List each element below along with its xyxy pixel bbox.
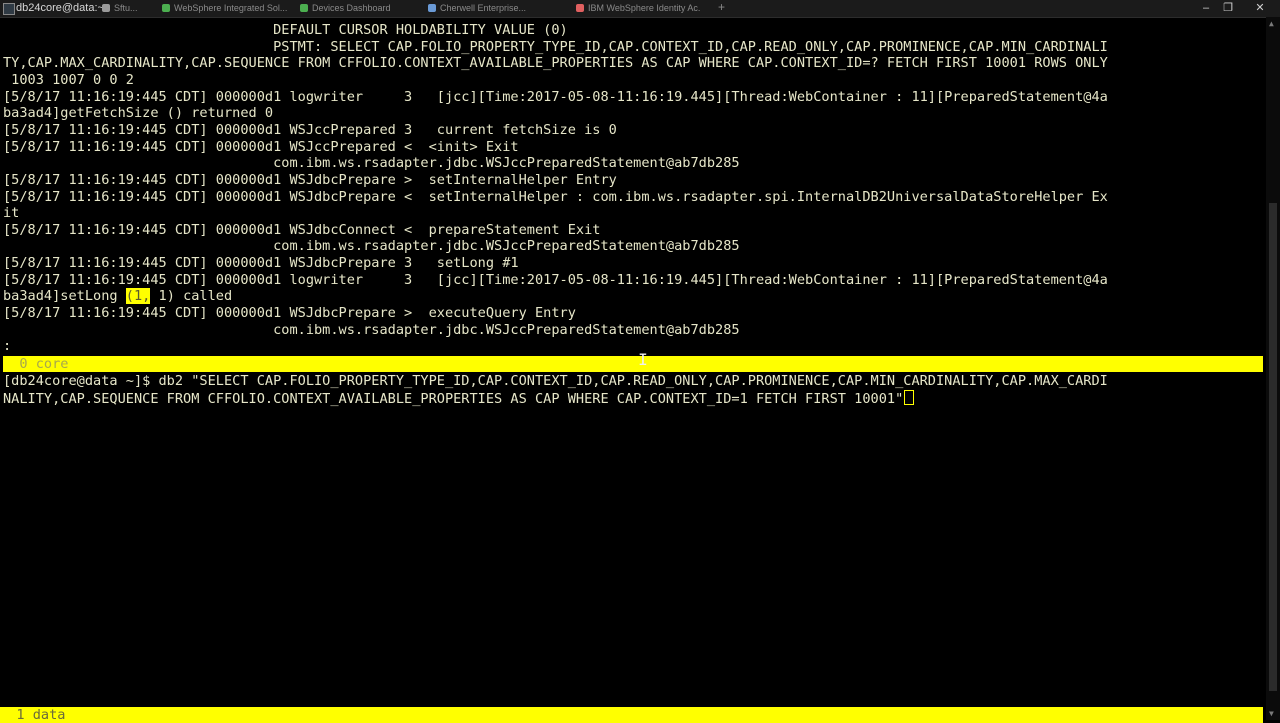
tab-favicon-icon [300, 4, 308, 12]
close-button[interactable]: ✕ [1250, 1, 1270, 15]
browser-tab-1[interactable]: Sftu... [98, 2, 156, 15]
command-text: NALITY,CAP.SEQUENCE FROM CFFOLIO.CONTEXT… [3, 390, 904, 407]
scroll-down-arrow-icon[interactable]: ▼ [1269, 709, 1274, 718]
search-highlight: (1, [125, 288, 151, 305]
tab-label: WebSphere Integrated Sol... [174, 3, 288, 13]
terminal-line: [5/8/17 11:16:19:445 CDT] 000000d1 WSJcc… [3, 138, 519, 155]
terminal-line: ba3ad4]getFetchSize () returned 0 [3, 105, 274, 122]
browser-tab-3[interactable]: Devices Dashboard [296, 2, 400, 15]
terminal-line: [5/8/17 11:16:19:445 CDT] 000000d1 WSJdb… [3, 305, 576, 322]
window-title: db24core@data:~ [16, 2, 104, 14]
setlong-prefix: ba3ad4]setLong [3, 288, 126, 305]
vertical-scrollbar[interactable]: ▲ ▼ [1266, 17, 1280, 720]
tab-favicon-icon [162, 4, 170, 12]
tab-favicon-icon [576, 4, 584, 12]
terminal-app-icon [3, 3, 15, 15]
tab-favicon-icon [102, 4, 110, 12]
terminal-line: [5/8/17 11:16:19:445 CDT] 000000d1 WSJcc… [3, 121, 617, 138]
terminal-line: DEFAULT CURSOR HOLDABILITY VALUE (0) [3, 22, 568, 38]
terminal-line: 1003 1007 0 0 2 [3, 71, 134, 88]
terminal-line: [5/8/17 11:16:19:445 CDT] 000000d1 WSJdb… [3, 221, 601, 238]
terminal-line: com.ibm.ws.rsadapter.jdbc.WSJccPreparedS… [3, 238, 740, 255]
terminal-output[interactable]: DEFAULT CURSOR HOLDABILITY VALUE (0) PST… [0, 17, 1266, 723]
text-cursor [904, 389, 915, 405]
browser-tab-4[interactable]: Cherwell Enterprise... [424, 2, 556, 15]
setlong-suffix: 1) called [150, 288, 233, 305]
screen-status-bar-data[interactable]: 1 data [0, 707, 1263, 723]
title-bar: db24core@data:~ Sftu... WebSphere Integr… [0, 0, 1280, 18]
terminal-line: PSTMT: SELECT CAP.FOLIO_PROPERTY_TYPE_ID… [3, 38, 1108, 55]
scroll-up-arrow-icon[interactable]: ▲ [1269, 19, 1274, 28]
terminal-line: com.ibm.ws.rsadapter.jdbc.WSJccPreparedS… [3, 321, 740, 338]
tab-label: IBM WebSphere Identity Ac... [588, 3, 700, 13]
tab-label: Devices Dashboard [312, 3, 391, 13]
scrollbar-thumb[interactable] [1269, 203, 1277, 691]
shell-command-line[interactable]: NALITY,CAP.SEQUENCE FROM CFFOLIO.CONTEXT… [3, 389, 915, 407]
restore-button[interactable]: ❐ [1218, 1, 1238, 15]
new-tab-icon[interactable]: + [718, 0, 725, 14]
tab-favicon-icon [428, 4, 436, 12]
terminal-line: TY,CAP.MAX_CARDINALITY,CAP.SEQUENCE FROM… [3, 55, 1108, 72]
terminal-line-setlong: ba3ad4]setLong (1, 1) called [3, 288, 232, 305]
tab-label: Sftu... [114, 3, 138, 13]
ibeam-cursor-icon: I [638, 350, 648, 369]
pager-prompt: : [3, 338, 12, 355]
terminal-line: [5/8/17 11:16:19:445 CDT] 000000d1 WSJdb… [3, 188, 1108, 205]
terminal-line: [5/8/17 11:16:19:445 CDT] 000000d1 logwr… [3, 88, 1108, 105]
browser-tab-2[interactable]: WebSphere Integrated Sol... [158, 2, 290, 15]
terminal-line: [5/8/17 11:16:19:445 CDT] 000000d1 WSJdb… [3, 171, 617, 188]
terminal-line: [5/8/17 11:16:19:445 CDT] 000000d1 WSJdb… [3, 255, 519, 272]
browser-tab-5[interactable]: IBM WebSphere Identity Ac... [572, 2, 700, 15]
tab-label: Cherwell Enterprise... [440, 3, 527, 13]
screen-status-bar-core[interactable]: 0 core [3, 356, 1263, 372]
minimize-button[interactable]: – [1196, 1, 1216, 15]
terminal-line: it [3, 205, 20, 222]
shell-prompt-line: [db24core@data ~]$ db2 "SELECT CAP.FOLIO… [3, 373, 1108, 389]
terminal-line: [5/8/17 11:16:19:445 CDT] 000000d1 logwr… [3, 271, 1108, 288]
terminal-line: com.ibm.ws.rsadapter.jdbc.WSJccPreparedS… [3, 155, 740, 172]
